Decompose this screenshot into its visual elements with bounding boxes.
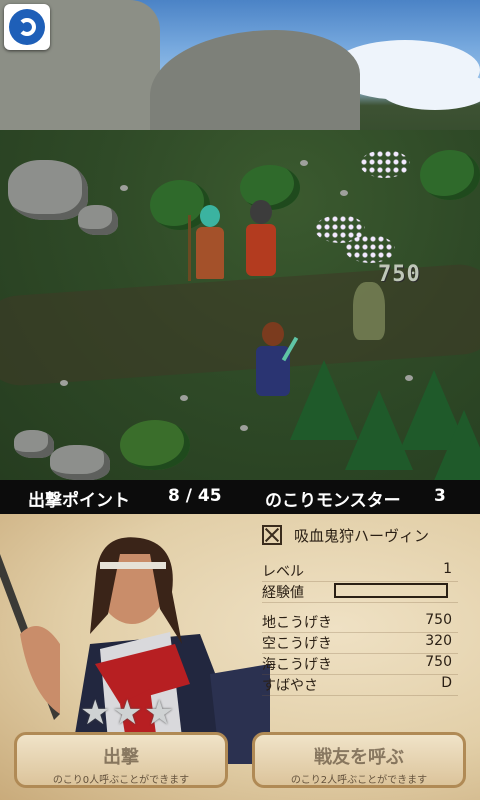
stat-row-air-attack: 空こうげき 320 [262, 632, 458, 654]
call-ally-button[interactable]: 戦友を呼ぶ のこり2人呼ぶことができます [252, 732, 466, 788]
enemy-monster[interactable] [345, 280, 393, 342]
rock [8, 160, 88, 220]
bush [420, 150, 480, 200]
pebble [240, 425, 248, 431]
pebble [120, 185, 128, 191]
sortie-button[interactable]: 出撃 のこり0人呼ぶことができます [14, 732, 228, 788]
stat-value: D [441, 675, 452, 691]
mountain [150, 30, 360, 140]
stat-label: レベル [262, 564, 304, 580]
rock [78, 205, 118, 235]
stat-value: 750 [425, 612, 452, 628]
unit-head [262, 322, 284, 346]
stat-value: 320 [425, 633, 452, 649]
sortie-points-label: 出撃ポイント [28, 491, 130, 511]
back-arrow-icon [9, 9, 45, 45]
stat-label: 地こうげき [262, 615, 332, 631]
pebble [300, 160, 308, 166]
stat-row-level: レベル 1 [262, 560, 458, 582]
stat-value: 1 [443, 561, 452, 577]
cloud [380, 70, 480, 110]
sortie-button-sub: のこり0人呼ぶことができます [52, 775, 190, 786]
unit-head [250, 200, 272, 224]
flowers [345, 235, 395, 263]
remaining-monsters-value: 3 [434, 486, 446, 506]
remaining-monsters-label: のこりモンスター [265, 491, 401, 511]
unit-type-icon [262, 525, 282, 545]
rock [50, 445, 110, 480]
pebble [180, 395, 188, 401]
unit-name: 吸血鬼狩ハーヴィン [294, 527, 430, 545]
unit-head [200, 205, 220, 227]
staff [188, 215, 191, 281]
stat-value: 750 [425, 654, 452, 670]
unit-body [246, 224, 276, 276]
sortie-button-label: 出撃 [103, 747, 139, 768]
flowers [360, 150, 410, 178]
star-icon: ★ [80, 693, 111, 733]
stat-row-sea-attack: 海こうげき 750 [262, 653, 458, 675]
monster-body [353, 282, 385, 340]
ally-unit-swordsman[interactable] [250, 322, 299, 402]
stat-label: 空こうげき [262, 636, 332, 652]
stat-row-exp: 経験値 [262, 581, 458, 603]
pine-tree [430, 410, 480, 480]
pebble [340, 190, 348, 196]
battle-field[interactable]: 750 [0, 0, 480, 480]
battle-status-bar: 出撃ポイント 8 / 45 のこりモンスター 3 [0, 480, 480, 514]
star-icon: ★ [112, 693, 143, 733]
stat-label: 経験値 [262, 585, 304, 601]
sortie-points-value: 8 / 45 [168, 486, 222, 506]
star-icon: ★ [144, 693, 175, 733]
bush [120, 420, 190, 470]
call-ally-button-label: 戦友を呼ぶ [314, 747, 404, 768]
rock [14, 430, 54, 458]
stat-row-ground-attack: 地こうげき 750 [262, 611, 458, 633]
stat-label: すばやさ [262, 678, 318, 694]
unit-body [196, 227, 224, 279]
ally-unit-fighter[interactable] [238, 200, 286, 280]
exp-bar [334, 583, 448, 598]
damage-number: 750 [378, 262, 421, 287]
stat-label: 海こうげき [262, 657, 332, 673]
call-ally-button-sub: のこり2人呼ぶことができます [290, 775, 428, 786]
ally-unit-mage[interactable] [188, 205, 232, 283]
pebble [60, 380, 68, 386]
stat-row-speed: すばやさ D [262, 674, 458, 696]
back-button[interactable] [4, 4, 50, 50]
